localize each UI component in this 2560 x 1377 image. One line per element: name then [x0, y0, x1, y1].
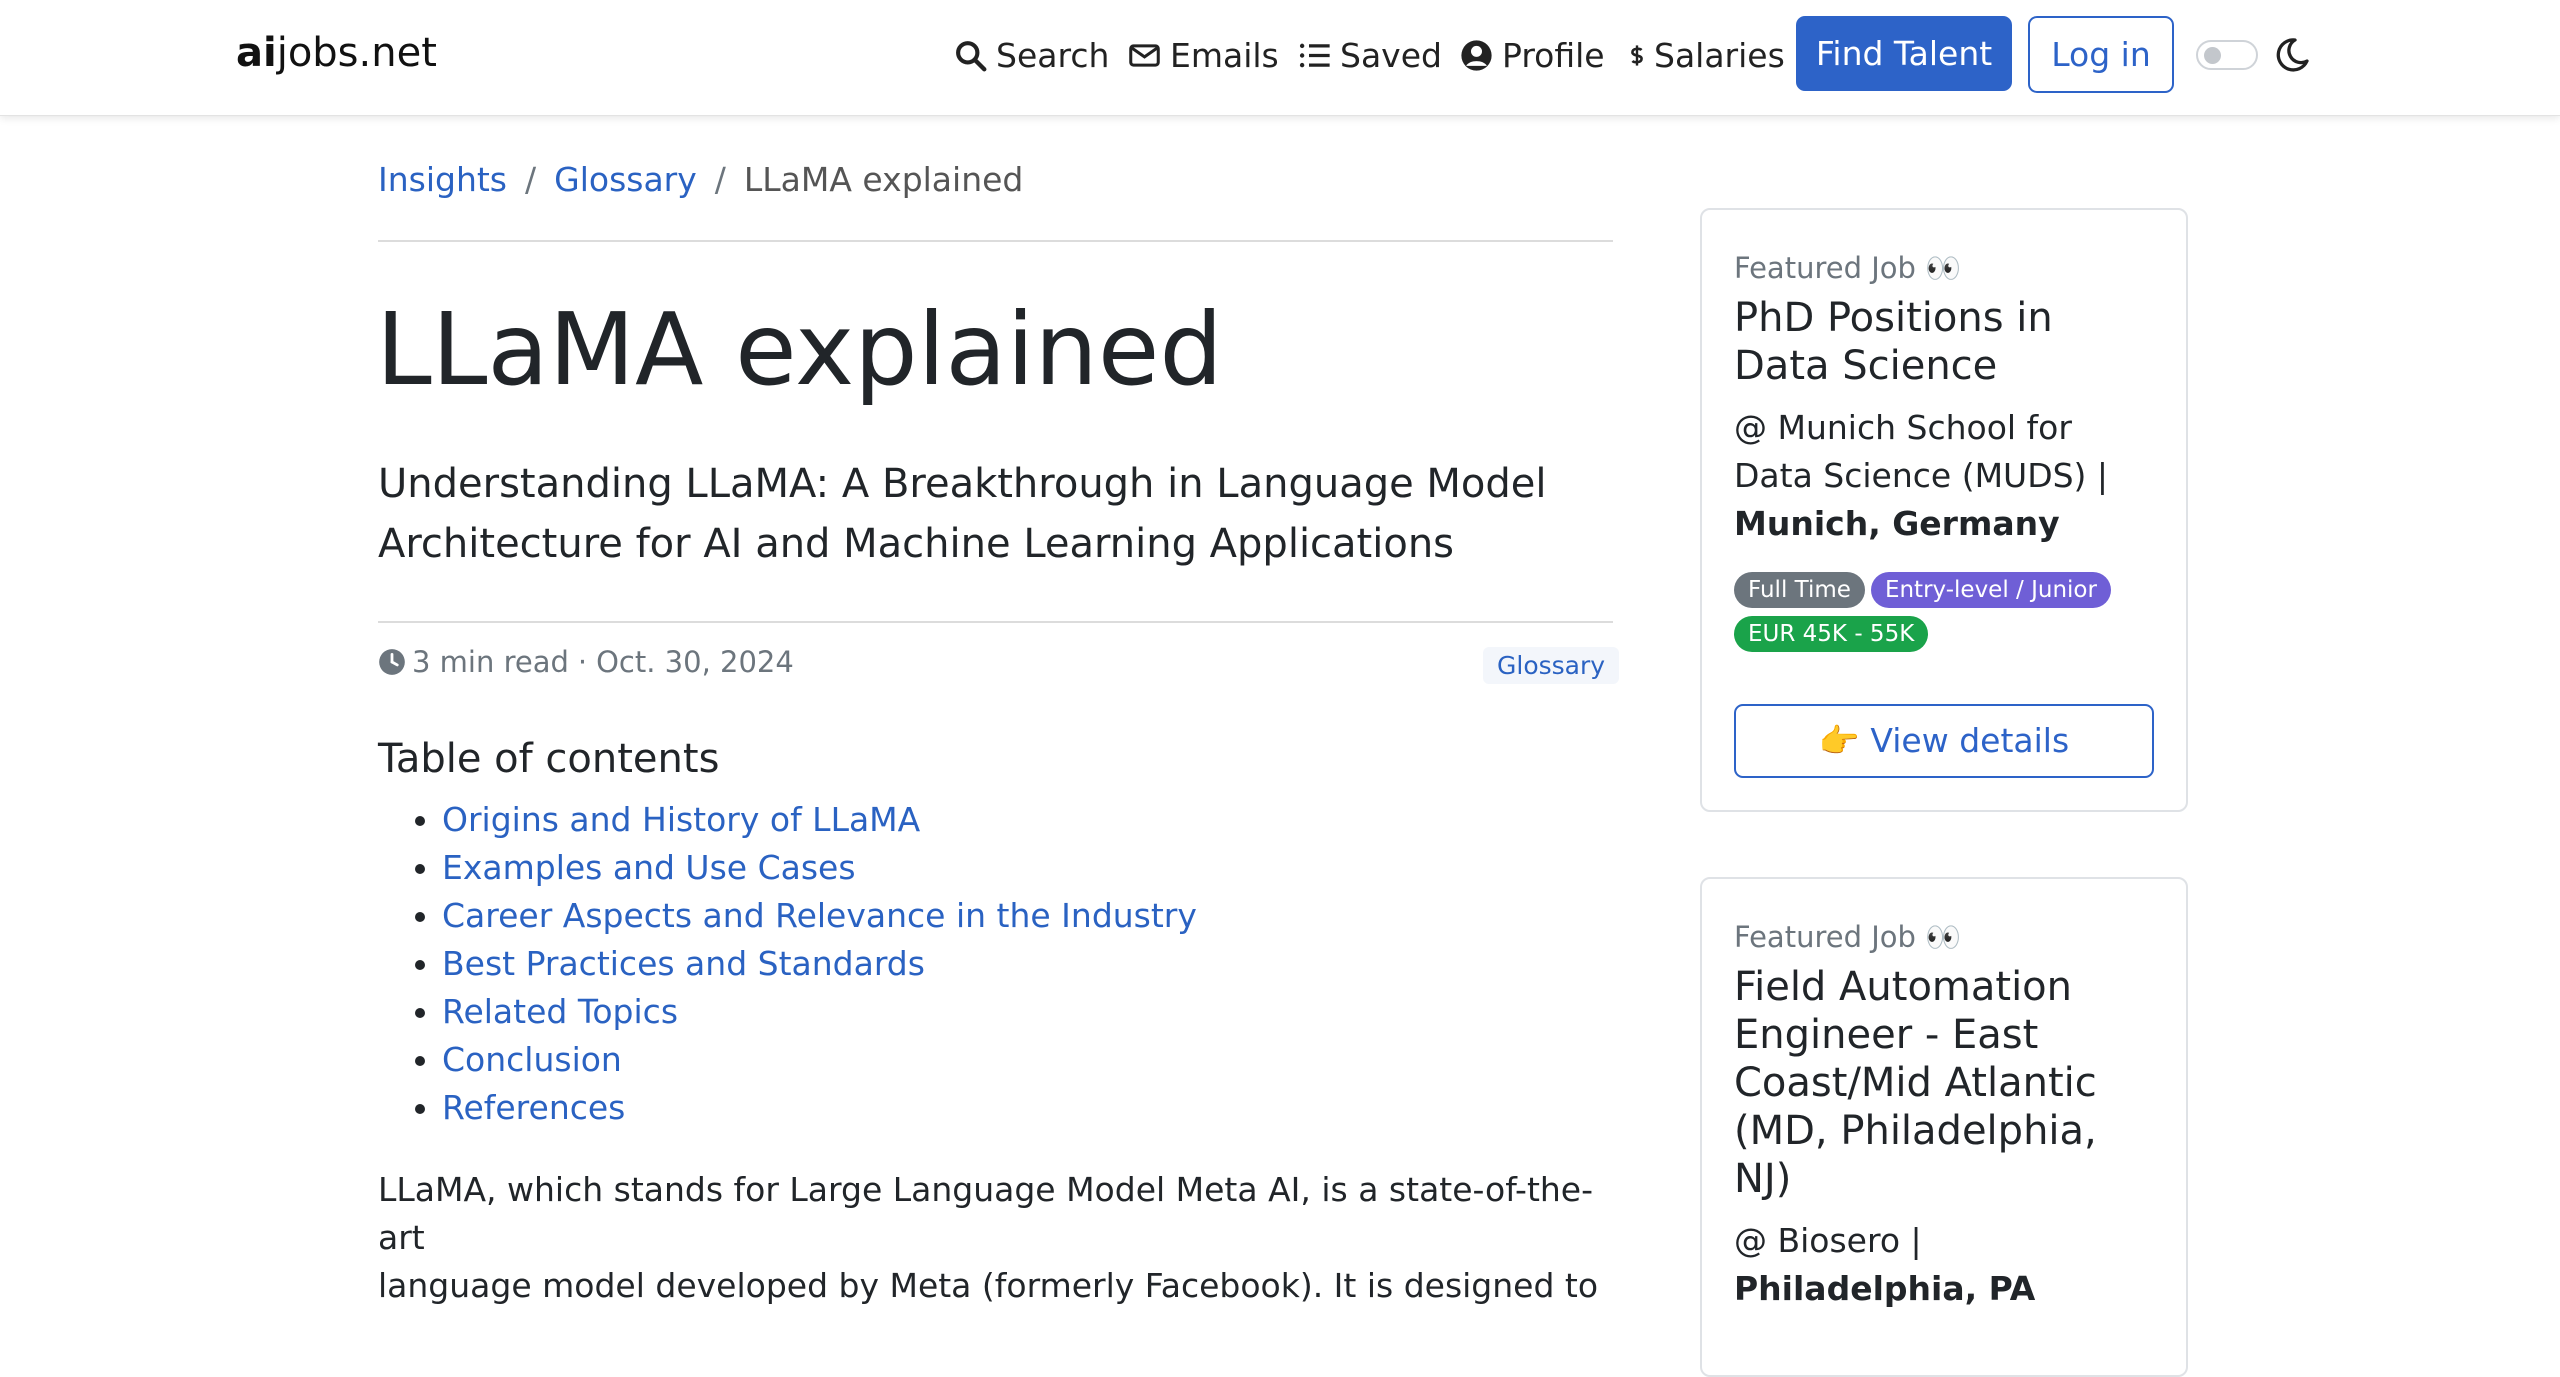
toc-item: Conclusion [442, 1036, 1197, 1084]
nav-salaries[interactable]: Salaries [1626, 30, 1785, 80]
toc-link-conclusion[interactable]: Conclusion [442, 1040, 622, 1079]
envelope-icon [1129, 43, 1160, 67]
meta-separator: · [577, 645, 588, 679]
toc-link-references[interactable]: References [442, 1088, 625, 1127]
top-navbar: aijobs.net Search Emails Saved Profile S… [0, 0, 2560, 116]
toc-item: Career Aspects and Relevance in the Indu… [442, 892, 1197, 940]
search-icon [956, 40, 987, 71]
category-badge[interactable]: Glossary [1483, 647, 1620, 684]
toggle-knob [2204, 47, 2221, 64]
featured-job-label: Featured Job 👀 [1734, 251, 1962, 285]
job-title[interactable]: Field Automation Engineer - East Coast/M… [1734, 963, 2154, 1203]
job-location: Philadelphia, PA [1734, 1269, 2036, 1308]
toc-link-best-practices[interactable]: Best Practices and Standards [442, 944, 925, 983]
breadcrumb-separator: / [525, 160, 537, 199]
featured-job-card: Featured Job 👀 PhD Positions in Data Sci… [1700, 208, 2188, 812]
theme-toggle[interactable] [2196, 40, 2258, 70]
nav-saved[interactable]: Saved [1298, 30, 1442, 80]
job-company: @ Biosero | Philadelphia, PA [1734, 1221, 2036, 1308]
toc-link-related-topics[interactable]: Related Topics [442, 992, 678, 1031]
toc-item: References [442, 1084, 1197, 1132]
divider [378, 621, 1613, 623]
job-company: @ Munich School for Data Science (MUDS) … [1734, 408, 2109, 543]
salary-badge: EUR 45K - 55K [1734, 616, 1929, 652]
divider [378, 240, 1613, 242]
read-time: 3 min read [412, 645, 569, 679]
toc-link-examples[interactable]: Examples and Use Cases [442, 848, 856, 887]
toc-item: Related Topics [442, 988, 1197, 1036]
login-button[interactable]: Log in [2028, 16, 2174, 93]
featured-job-card: Featured Job 👀 Field Automation Engineer… [1700, 877, 2188, 1377]
page-title: LLaMA explained [376, 291, 1223, 408]
toc-item: Examples and Use Cases [442, 844, 1197, 892]
nav-emails[interactable]: Emails [1128, 30, 1279, 80]
job-location: Munich, Germany [1734, 504, 2060, 543]
breadcrumb-current: LLaMA explained [743, 160, 1024, 199]
find-talent-button[interactable]: Find Talent [1796, 16, 2012, 91]
user-circle-icon [1461, 39, 1492, 71]
seniority-badge: Entry-level / Junior [1870, 572, 2111, 608]
article-meta: 3 min read · Oct. 30, 2024 [378, 645, 794, 679]
article-subtitle: Understanding LLaMA: A Breakthrough in L… [378, 461, 1547, 567]
job-badges: Full Time Entry-level / Junior EUR 45K -… [1734, 572, 2154, 652]
moon-icon[interactable] [2274, 37, 2310, 73]
featured-job-label: Featured Job 👀 [1734, 920, 1962, 954]
toc-link-career[interactable]: Career Aspects and Relevance in the Indu… [442, 896, 1197, 935]
toc-link-origins[interactable]: Origins and History of LLaMA [442, 800, 920, 839]
breadcrumb-separator: / [714, 160, 726, 199]
breadcrumb-insights[interactable]: Insights [378, 160, 507, 199]
employment-type-badge: Full Time [1734, 572, 1865, 608]
table-of-contents: Origins and History of LLaMA Examples an… [378, 796, 1197, 1132]
site-logo[interactable]: aijobs.net [236, 30, 437, 76]
toc-item: Origins and History of LLaMA [442, 796, 1197, 844]
body-line: language model developed by Meta (former… [378, 1266, 1599, 1305]
breadcrumb-glossary[interactable]: Glossary [554, 160, 697, 199]
toc-heading: Table of contents [378, 736, 720, 782]
view-details-button[interactable]: 👉 View details [1734, 704, 2154, 778]
dollar-icon [1631, 44, 1643, 66]
article-body: LLaMA, which stands for Large Language M… [378, 1166, 1613, 1310]
publish-date: Oct. 30, 2024 [596, 645, 794, 679]
body-line: LLaMA, which stands for Large Language M… [378, 1170, 1594, 1257]
clock-icon [379, 649, 405, 675]
list-icon [1299, 43, 1330, 67]
toc-item: Best Practices and Standards [442, 940, 1197, 988]
job-title[interactable]: PhD Positions in Data Science [1734, 294, 2154, 390]
breadcrumb: Insights / Glossary / LLaMA explained [378, 160, 1023, 199]
nav-profile[interactable]: Profile [1460, 30, 1605, 80]
nav-search[interactable]: Search [954, 30, 1109, 80]
